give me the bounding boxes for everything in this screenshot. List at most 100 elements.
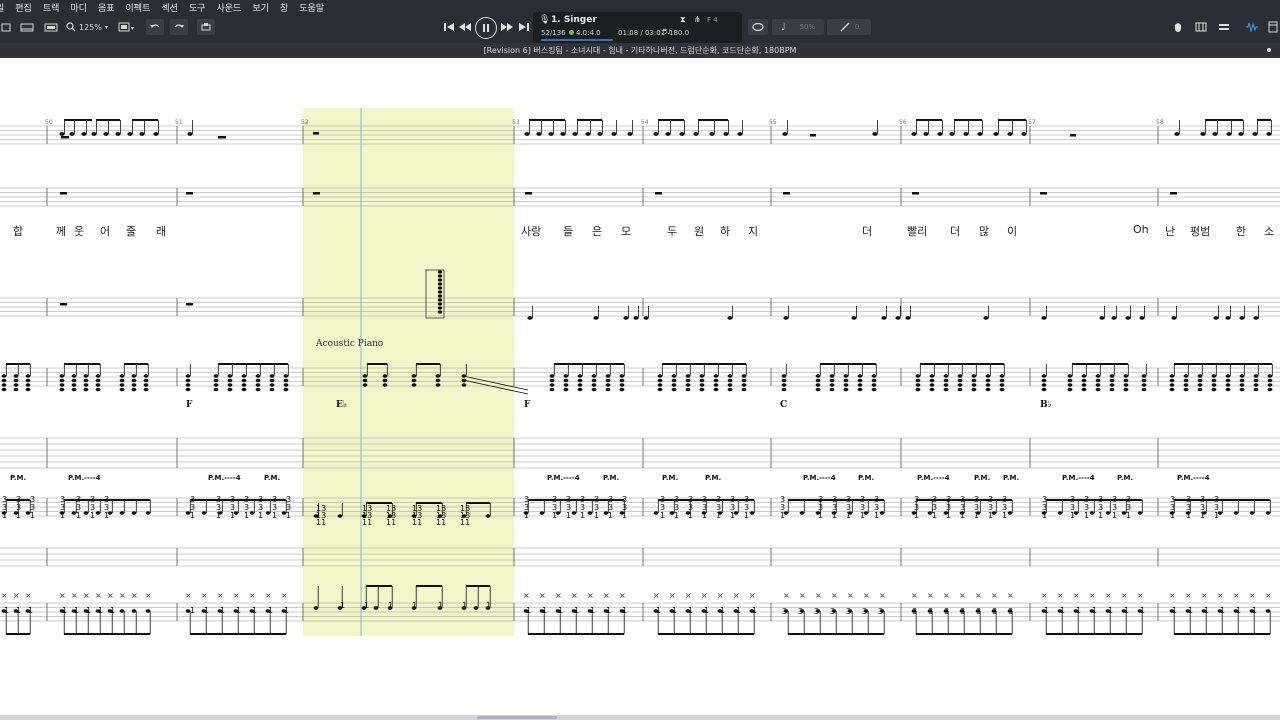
tuning-fork-icon[interactable]: ⋔: [694, 15, 701, 24]
lyric-syllable: 모: [621, 225, 632, 238]
audio-wave-icon[interactable]: [1244, 19, 1260, 35]
page-layout-icon[interactable]: ▾: [116, 19, 140, 35]
chord-note: [999, 378, 1005, 383]
chord-note: [1081, 387, 1087, 392]
tuner-icon[interactable]: 0: [827, 19, 871, 35]
lyric-syllable: 줄: [126, 225, 137, 238]
rest: [1170, 192, 1177, 195]
note-head: [633, 316, 639, 320]
chord-note: [227, 387, 233, 392]
relative-speed-control[interactable]: ♩ 50%: [772, 19, 824, 35]
chord-note: [871, 387, 877, 392]
menu-item[interactable]: 도움말: [299, 1, 324, 14]
horizontal-view-icon[interactable]: [18, 19, 36, 35]
tab-fret: 1: [744, 511, 750, 520]
tab-fret: 1: [860, 511, 866, 520]
scrollbar-thumb[interactable]: [477, 716, 557, 719]
note-head: [119, 511, 125, 515]
piano-view-icon[interactable]: [1193, 19, 1209, 35]
tab-fret: 3: [1008, 607, 1014, 616]
hihat-mark: ×: [1169, 591, 1176, 600]
tab-fret: 1: [110, 606, 116, 615]
tab-fret: 3: [992, 607, 998, 616]
note-head: [1200, 132, 1206, 136]
chord-note: [213, 383, 219, 387]
app-window: 일 편집 트랙 마디 음표 이펙트 섹션 도구 사운드 보기 창 도움말 125% ▾ ▾: [0, 0, 1280, 720]
menu-item[interactable]: 마디: [70, 1, 87, 14]
note-head: [81, 132, 87, 136]
undo-icon[interactable]: [146, 19, 164, 35]
page-view-icon[interactable]: [0, 19, 12, 35]
zoom-control[interactable]: 125% ▾: [66, 19, 110, 35]
chord-note: [915, 378, 921, 383]
redo-icon[interactable]: [170, 19, 188, 35]
menu-item[interactable]: 트랙: [43, 1, 60, 14]
menu-item[interactable]: 섹션: [161, 1, 178, 14]
print-icon[interactable]: [197, 19, 215, 35]
note-head: [1105, 511, 1111, 515]
bar-number: 55: [769, 119, 777, 126]
score-notation[interactable]: × × × × × × × × × × × × × × × × × × × × × × × × × × × × × × × × × × × × × × × ×…: [0, 58, 1280, 715]
guitar-view-icon[interactable]: [1170, 19, 1186, 35]
tab-fret: 1: [60, 511, 66, 520]
tab-fret: 1: [438, 601, 444, 610]
horizontal-scrollbar[interactable]: [0, 715, 1280, 720]
chord-note: [815, 378, 821, 383]
menu-item[interactable]: 사운드: [217, 1, 242, 14]
menu-item[interactable]: 편집: [15, 1, 32, 14]
menu-item[interactable]: 도구: [189, 1, 206, 14]
tab-fret: 11: [412, 518, 423, 527]
palm-mute-label: P.M.: [10, 474, 27, 482]
hihat-mark: ×: [1249, 591, 1256, 600]
tab-fret: 1: [526, 606, 532, 615]
mixer-icon[interactable]: [1216, 19, 1232, 35]
chord-note: [437, 290, 443, 294]
menu-item[interactable]: 음표: [98, 1, 115, 14]
chord-note: [1253, 387, 1259, 392]
side-panel-icon[interactable]: [1266, 19, 1280, 35]
score-area[interactable]: × × × × × × × × × × × × × × × × × × × × × × × × × × × × × × × × × × × × × × × ×…: [0, 58, 1280, 715]
tab-fret: 1: [608, 511, 614, 520]
loop-icon[interactable]: [748, 19, 768, 35]
screen-view-icon[interactable]: [42, 19, 60, 35]
menu-item[interactable]: 보기: [252, 1, 269, 14]
chord-note: [985, 387, 991, 392]
chord-note: [25, 378, 31, 383]
tab-fret: 1: [1200, 511, 1206, 520]
chord-note: [1141, 387, 1147, 392]
tab-fret: 1: [1252, 606, 1258, 615]
playback-display[interactable]: 🎙 1. Singer 52/136 4.0:4.0 01:08 / 03:01…: [533, 12, 742, 43]
rest: [60, 303, 67, 306]
tab-fret: 1: [846, 511, 852, 520]
hihat-mark: ×: [83, 591, 90, 600]
menu-item[interactable]: 일: [0, 1, 4, 14]
note-head: [1265, 609, 1271, 613]
chord-note: [437, 282, 443, 286]
note-head: [560, 132, 566, 136]
track-name: 1. Singer: [551, 15, 597, 25]
go-to-start-icon[interactable]: [442, 19, 456, 35]
chord-symbol: F: [524, 400, 531, 410]
chord-note: [671, 387, 677, 392]
chord-note: [83, 387, 89, 392]
note-head: [59, 132, 65, 136]
menu-item[interactable]: 이펙트: [126, 1, 151, 14]
menu-item[interactable]: 창: [280, 1, 288, 14]
tab-fret: 3: [798, 607, 804, 616]
fast-forward-icon[interactable]: [499, 19, 515, 35]
tab-fret: 1: [2, 511, 8, 520]
tab-fret: 1: [688, 606, 694, 615]
chord-note: [619, 378, 625, 383]
chord-note: [241, 378, 247, 383]
tab-fret: 1: [590, 606, 596, 615]
tab-fret: 1: [1236, 606, 1242, 615]
chord-note: [185, 378, 191, 383]
chord-note: [71, 383, 77, 387]
chord-note: [241, 374, 247, 378]
rewind-icon[interactable]: [457, 19, 473, 35]
hihat-mark: ×: [959, 591, 966, 600]
metronome-icon[interactable]: ⧗: [680, 15, 686, 25]
chord-note: [1197, 378, 1203, 383]
go-to-end-icon[interactable]: [517, 19, 531, 35]
pause-button[interactable]: [475, 17, 497, 39]
